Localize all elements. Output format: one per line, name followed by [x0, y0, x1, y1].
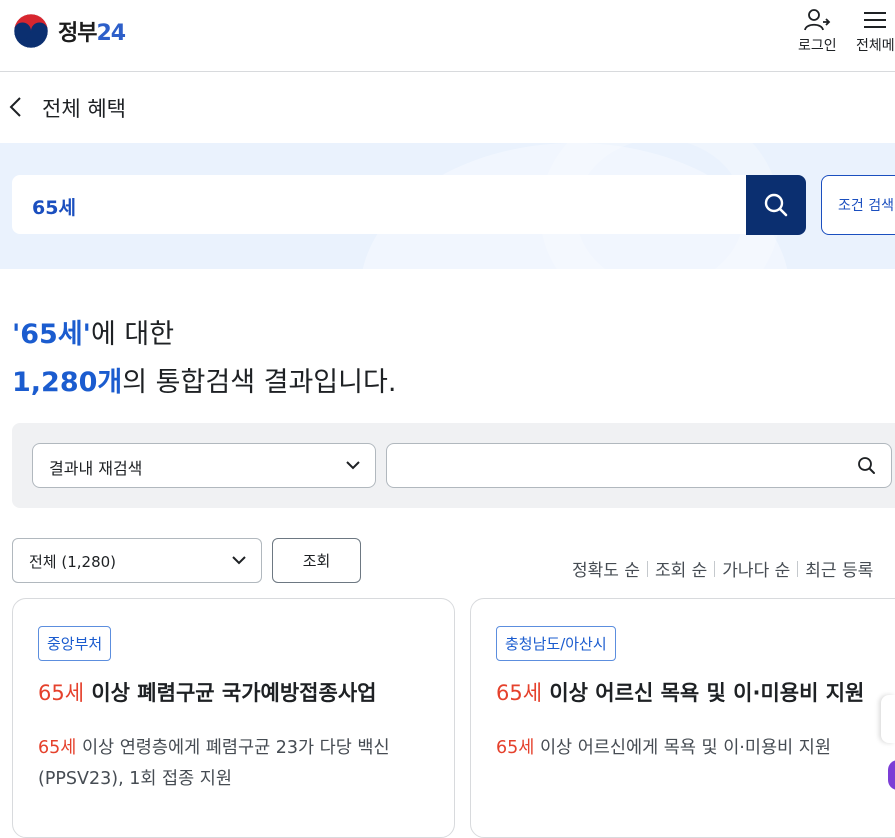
login-label: 로그인	[798, 38, 837, 54]
side-panel-handle[interactable]	[881, 695, 895, 743]
all-menu-label: 전체메	[856, 38, 895, 54]
sort-options: 정확도 순 조회 순 가나다 순 최근 등록	[572, 556, 873, 581]
gov24-logo[interactable]: 정부24	[12, 12, 126, 50]
sort-views[interactable]: 조회 순	[655, 556, 707, 581]
refine-select-value: 결과내 재검색	[49, 459, 143, 478]
refine-select[interactable]: 결과내 재검색	[32, 443, 376, 488]
page-title-bar	[0, 73, 895, 143]
view-button[interactable]: 조회	[272, 538, 361, 583]
chatbot-fab-icon[interactable]	[888, 760, 895, 790]
agency-badge: 충청남도/아산시	[496, 626, 616, 661]
divider	[797, 560, 799, 577]
result-count-line: 1,280개의 통합검색 결과입니다.	[12, 367, 397, 398]
category-select[interactable]: 전체 (1,280)	[12, 538, 262, 583]
sort-recent[interactable]: 최근 등록	[805, 556, 873, 581]
category-select-value: 전체 (1,280)	[29, 553, 117, 571]
sort-accuracy[interactable]: 정확도 순	[572, 556, 640, 581]
search-icon	[764, 193, 788, 217]
site-header: 정부24 로그인 전체메	[0, 0, 895, 72]
benefit-card[interactable]: 충청남도/아산시 65세 이상 어르신 목욕 및 이·미용비 지원 65세 이상…	[470, 598, 895, 838]
divider	[714, 560, 716, 577]
user-login-icon	[804, 9, 831, 31]
back-arrow-icon[interactable]	[8, 96, 22, 118]
login-button[interactable]: 로그인	[798, 8, 837, 55]
hamburger-icon	[864, 12, 887, 28]
page-title: 전체 혜택	[42, 97, 126, 121]
condition-search-button[interactable]: 조건 검색	[821, 175, 895, 235]
all-menu-button[interactable]: 전체메	[856, 8, 895, 55]
search-input[interactable]: 65세	[12, 175, 748, 234]
chevron-down-icon	[232, 556, 246, 565]
chevron-down-icon	[346, 461, 360, 470]
search-icon[interactable]	[857, 456, 877, 476]
result-keyword-line: '65세'에 대한	[12, 319, 175, 350]
taegeuk-icon	[13, 13, 49, 49]
logo-text: 정부24	[58, 21, 126, 46]
agency-badge: 중앙부처	[38, 626, 112, 661]
benefit-card[interactable]: 중앙부처 65세 이상 폐렴구균 국가예방접종사업 65세 이상 연령층에게 폐…	[12, 598, 455, 838]
card-description: 65세 이상 어르신에게 목욕 및 이·미용비 지원	[496, 738, 831, 758]
divider	[646, 560, 648, 577]
sort-alphabetical[interactable]: 가나다 순	[722, 556, 790, 581]
refine-input[interactable]	[386, 443, 892, 488]
card-title: 65세 이상 어르신 목욕 및 이·미용비 지원	[496, 681, 865, 705]
card-description: 65세 이상 연령층에게 폐렴구균 23가 다당 백신(PPSV23), 1회 …	[38, 738, 390, 789]
search-button[interactable]	[746, 175, 806, 235]
card-title: 65세 이상 폐렴구균 국가예방접종사업	[38, 681, 377, 705]
